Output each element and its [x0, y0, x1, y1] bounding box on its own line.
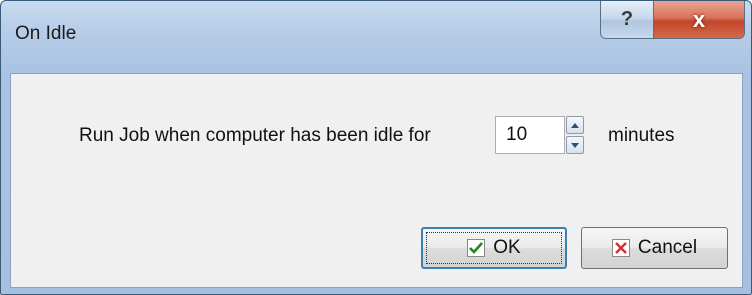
idle-prompt-label: Run Job when computer has been idle for [79, 125, 431, 146]
minutes-spinner [495, 116, 588, 158]
spin-down-button[interactable] [566, 136, 584, 154]
dialog-window: On Idle ? x Run Job when computer has be… [0, 0, 752, 295]
minutes-input[interactable] [495, 116, 565, 154]
cancel-button[interactable]: Cancel [581, 227, 728, 269]
up-arrow-icon [571, 122, 579, 128]
ok-button[interactable]: OK [421, 227, 567, 269]
spin-up-button[interactable] [566, 116, 584, 134]
cancel-label: Cancel [637, 237, 698, 258]
down-arrow-icon [571, 142, 579, 148]
ok-label: OK [493, 237, 521, 258]
window-title: On Idle [15, 23, 77, 44]
help-icon: ? [620, 8, 634, 30]
dialog-body: Run Job when computer has been idle for … [10, 73, 743, 288]
x-icon [611, 239, 630, 257]
close-button[interactable]: x [654, 1, 744, 38]
close-icon: x [692, 6, 706, 32]
minutes-unit-label: minutes [608, 125, 675, 146]
checkmark-icon [467, 239, 486, 257]
help-button[interactable]: ? [601, 1, 654, 38]
caption-buttons: ? x [600, 1, 745, 39]
